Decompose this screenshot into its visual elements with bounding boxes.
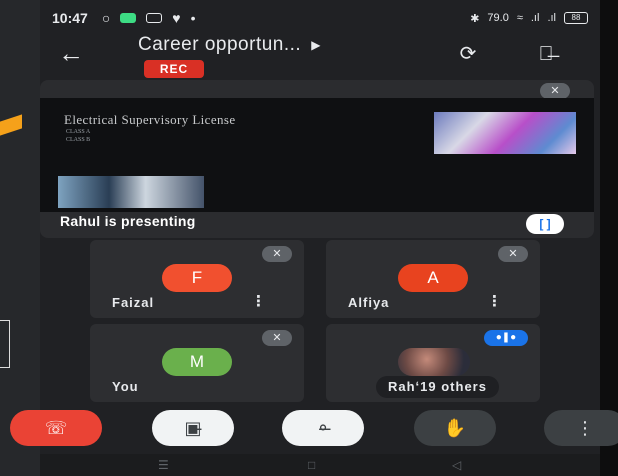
others-count-chip[interactable]: Rahʻ19 others xyxy=(376,376,499,398)
participant-tile-alfiya[interactable]: ✕ A Alfiya ⋮ xyxy=(326,240,540,318)
background-box xyxy=(0,320,10,368)
avatar: F xyxy=(162,264,232,292)
participant-tile-you[interactable]: ✕ M You xyxy=(90,324,304,402)
slide-title: Electrical Supervisory License xyxy=(64,112,236,127)
raise-hand-button[interactable]: ✋ xyxy=(414,410,496,446)
shared-slide: Electrical Supervisory License CLASS A C… xyxy=(40,98,594,212)
signal-icon-2: .ıl xyxy=(547,12,556,24)
camera-off-button[interactable]: ▣̶ xyxy=(152,410,234,446)
menu-nav-icon[interactable]: ☰ xyxy=(158,458,169,472)
heart-icon: ♥ xyxy=(172,10,181,26)
network-speed: 79.0 xyxy=(487,12,509,24)
slide-bullet-1: CLASS A xyxy=(66,129,91,135)
rec-badge: REC xyxy=(144,60,204,78)
background-orange-mark xyxy=(0,114,22,136)
avatar: A xyxy=(398,264,468,292)
participant-tile-faizal[interactable]: ✕ F Faizal ⋮ xyxy=(90,240,304,318)
background-left-edge xyxy=(0,0,40,476)
wifi-icon: ≈ xyxy=(516,12,523,24)
home-nav-icon[interactable]: □ xyxy=(308,458,315,472)
presenting-label: Rahul is presenting xyxy=(60,213,196,229)
avatar-photo xyxy=(398,348,470,376)
speaker-off-icon[interactable]: 〉̶ xyxy=(532,40,560,68)
call-controls: ☏ ▣̶ ⚬̶ ✋ ⋮ xyxy=(10,410,618,450)
participant-name: You xyxy=(112,379,139,394)
more-options-icon[interactable]: ⋮ xyxy=(251,292,266,310)
meeting-title-area[interactable]: Career opportun... ▶ xyxy=(138,34,320,56)
participant-name: Faizal xyxy=(112,295,155,310)
slide-image-switchgear xyxy=(434,112,576,154)
call-top-bar: ← Career opportun... ▶ REC ⟳ 〉̶ xyxy=(40,30,600,78)
presentation-panel[interactable]: ✕ Electrical Supervisory License CLASS A… xyxy=(40,80,594,238)
end-call-button[interactable]: ☏ xyxy=(10,410,102,446)
background-right-edge xyxy=(600,0,618,476)
mic-off-icon: ✕ xyxy=(262,246,292,262)
status-notification-icons: ○ ♥ • xyxy=(102,10,196,26)
speaking-indicator-icon: ●❚● xyxy=(484,330,528,346)
participant-name: Alfiya xyxy=(348,295,390,310)
status-time: 10:47 xyxy=(52,10,88,26)
meeting-title: Career opportun... xyxy=(138,34,302,55)
back-nav-icon[interactable]: ◁ xyxy=(452,458,461,472)
app-notification-icon xyxy=(120,13,137,23)
back-arrow-icon[interactable]: ← xyxy=(58,38,84,69)
bluetooth-icon: ✱ xyxy=(470,12,480,25)
slide-bullet-2: CLASS B xyxy=(66,137,91,143)
gallery-notification-icon xyxy=(146,13,163,23)
more-options-button[interactable]: ⋮ xyxy=(544,410,618,446)
participant-tile-rahul[interactable]: ●❚● Rahʻ19 others xyxy=(326,324,540,402)
slide-image-electrician xyxy=(58,176,204,208)
chevron-right-icon: ▶ xyxy=(311,38,321,52)
android-nav-bar: ☰ □ ◁ xyxy=(40,454,600,476)
status-system-icons: ✱ 79.0 ≈ .ıl .ıl 88 xyxy=(470,12,588,25)
mic-off-button[interactable]: ⚬̶ xyxy=(282,410,364,446)
avatar: M xyxy=(162,348,232,376)
signal-icon-1: .ıl xyxy=(530,12,540,24)
presenter-mic-off-icon: ✕ xyxy=(540,83,570,99)
fullscreen-icon[interactable]: [ ] xyxy=(526,214,564,234)
meet-screen: 10:47 ○ ♥ • ✱ 79.0 ≈ .ıl .ıl 88 ← Career… xyxy=(10,0,618,476)
more-options-icon[interactable]: ⋮ xyxy=(487,292,502,310)
cast-icon: ○ xyxy=(101,10,111,26)
battery-icon: 88 xyxy=(564,12,588,24)
dot-icon: • xyxy=(190,10,196,26)
mic-off-icon: ✕ xyxy=(498,246,528,262)
switch-camera-icon[interactable]: ⟳ xyxy=(454,40,482,68)
mic-off-icon: ✕ xyxy=(262,330,292,346)
